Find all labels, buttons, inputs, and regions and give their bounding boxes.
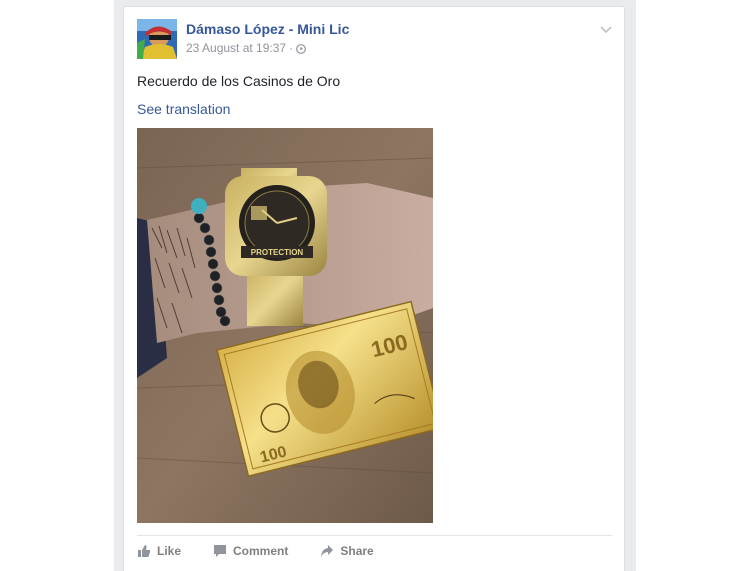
avatar[interactable] — [137, 19, 177, 59]
like-button[interactable]: Like — [137, 544, 181, 558]
globe-icon[interactable] — [296, 43, 306, 54]
comment-button[interactable]: Comment — [213, 544, 288, 558]
speech-bubble-icon — [213, 544, 227, 558]
chevron-down-icon[interactable] — [600, 21, 612, 34]
thumbs-up-icon — [137, 544, 151, 558]
post-timestamp[interactable]: 23 August at 19:37 — [186, 41, 286, 55]
comment-label: Comment — [233, 544, 289, 558]
share-label: Share — [340, 544, 374, 558]
like-label: Like — [157, 544, 182, 558]
post-card: Dámaso López - Mini Lic 23 August at 19:… — [123, 6, 625, 571]
post-actions-bar: Like Comment Share — [137, 542, 406, 560]
meta-separator: · — [289, 41, 294, 55]
author-name[interactable]: Dámaso López - Mini Lic — [186, 21, 349, 37]
share-arrow-icon — [320, 544, 334, 558]
see-translation-link[interactable]: See translation — [137, 101, 230, 117]
post-meta: 23 August at 19:37 · — [186, 41, 306, 55]
actions-divider — [137, 535, 612, 536]
share-button[interactable]: Share — [320, 544, 374, 558]
watch-brand-text: PROTECTION — [251, 248, 304, 257]
post-photo[interactable]: PROTECTION 100 100 — [137, 128, 433, 523]
post-text: Recuerdo de los Casinos de Oro — [137, 73, 341, 89]
